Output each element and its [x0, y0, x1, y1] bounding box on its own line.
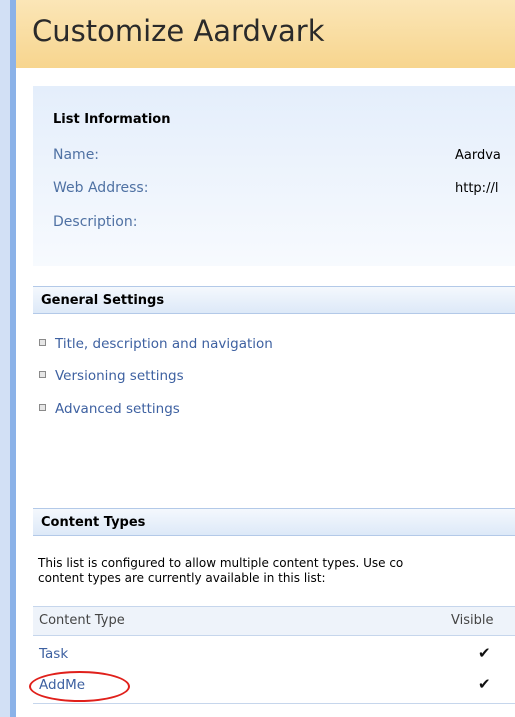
left-border-accent [10, 0, 16, 717]
link-label[interactable]: Title, description and navigation [55, 336, 273, 352]
content-types-header: Content Types [33, 508, 515, 536]
table-row: Task ✔ [33, 640, 515, 670]
name-label: Name: [53, 147, 100, 163]
column-header-content-type: Content Type [39, 613, 125, 628]
web-address-label: Web Address: [53, 180, 149, 196]
left-border [0, 0, 10, 717]
general-settings-heading: General Settings [41, 293, 165, 308]
highlight-ellipse-annotation [29, 671, 130, 702]
link-label[interactable]: Advanced settings [55, 401, 180, 417]
content-types-table-header: Content Type Visible [33, 606, 515, 636]
versioning-settings-link[interactable]: Versioning settings [39, 368, 184, 384]
bullet-icon [39, 338, 46, 346]
page-title: Customize Aardvark [32, 14, 325, 48]
row-divider [33, 703, 515, 704]
description-line-1: This list is configured to allow multipl… [38, 556, 404, 570]
list-information-panel: List Information Name: Aardva Web Addres… [33, 86, 515, 266]
web-address-value[interactable]: http://l [455, 181, 498, 196]
description-line-2: content types are currently available in… [38, 571, 326, 585]
content-types-description: This list is configured to allow multipl… [38, 556, 403, 586]
checkmark-icon: ✔ [478, 644, 491, 662]
general-settings-header: General Settings [33, 286, 515, 314]
content-types-heading: Content Types [41, 515, 146, 530]
checkmark-icon: ✔ [478, 675, 491, 693]
content-type-link-task[interactable]: Task [39, 646, 68, 662]
link-label[interactable]: Versioning settings [55, 368, 184, 384]
bullet-icon [39, 370, 46, 378]
name-value: Aardva [455, 148, 501, 163]
title-bar: Customize Aardvark [16, 0, 515, 68]
advanced-settings-link[interactable]: Advanced settings [39, 401, 180, 417]
title-description-navigation-link[interactable]: Title, description and navigation [39, 336, 273, 352]
bullet-icon [39, 403, 46, 411]
description-label: Description: [53, 214, 138, 230]
list-information-heading: List Information [53, 112, 171, 127]
column-header-visible: Visible [451, 613, 494, 628]
